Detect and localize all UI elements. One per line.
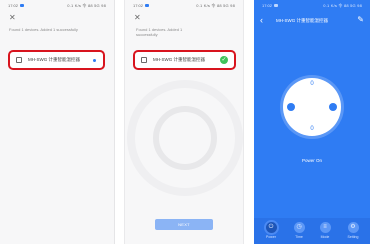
status-bar: 17:02 0.1 K/s 令 88 5G 98 — [0, 0, 114, 12]
pad-right-button[interactable] — [329, 103, 337, 111]
tab-setting[interactable]: ⚙ Setting — [342, 222, 364, 239]
pad-top-digit: 0 — [310, 81, 314, 87]
device-card[interactable]: MH-SWG 计重智能温控器 — [8, 50, 105, 70]
check-icon: ✓ — [220, 56, 228, 64]
status-bar: 17:02 0.1 K/s 令 88 5G 98 — [125, 0, 243, 12]
device-name: MH-SWG 计重智能温控器 — [153, 57, 205, 62]
device-card[interactable]: MH-SWG 计重智能温控器 ✓ — [133, 50, 236, 70]
power-status: Power On — [301, 158, 322, 163]
blue-dot-icon — [93, 59, 96, 62]
phone-screen-device-added: 17:02 0.1 K/s 令 88 5G 98 ✕ Found 1 devic… — [124, 0, 244, 244]
control-pad: 0 0 — [283, 78, 341, 136]
back-icon[interactable]: ‹ — [260, 16, 263, 25]
device-icon — [16, 57, 22, 63]
clock-icon: ◷ — [293, 222, 305, 233]
settings-icon: ⚙ — [347, 222, 359, 233]
notification-icon — [145, 4, 150, 8]
pad-bottom-digit: 0 — [310, 126, 314, 132]
pad-left-button[interactable] — [287, 103, 295, 111]
status-time: 17:02 — [133, 3, 150, 8]
status-time: 17:02 — [8, 3, 25, 8]
status-icons: 0.1 K/s 令 88 5G 98 — [196, 3, 235, 8]
found-devices-text: Found 1 devices. Added 1 successfully — [136, 27, 183, 37]
power-icon: ⏻ — [265, 222, 277, 233]
device-icon — [141, 57, 147, 63]
tab-label: Setting — [347, 235, 359, 239]
notification-icon — [20, 4, 25, 8]
notification-icon — [274, 4, 279, 8]
close-icon[interactable]: ✕ — [134, 14, 141, 22]
device-name: MH-SWG 计重智能温控器 — [28, 57, 80, 62]
status-icons: 0.1 K/s 令 88 5G 98 — [323, 3, 362, 8]
device-title: MH-SWG 计重智能温控器 — [276, 18, 328, 23]
tab-power[interactable]: ⏻ Power — [260, 222, 282, 239]
status-icons: 0.1 K/s 令 88 5G 98 — [67, 3, 106, 8]
tab-label: Mode — [320, 235, 330, 239]
found-devices-text: Found 1 devices. Added 1 successfully — [9, 27, 78, 32]
background-ring-inner — [153, 106, 217, 170]
status-bar: 17:02 0.1 K/s 令 88 5G 98 — [254, 0, 370, 12]
tab-label: Time — [295, 235, 303, 239]
next-button[interactable]: NEXT — [155, 219, 213, 230]
close-icon[interactable]: ✕ — [9, 14, 16, 22]
phone-screen-control: 17:02 0.1 K/s 令 88 5G 98 ‹ MH-SWG 计重智能温控… — [254, 0, 370, 244]
tab-mode[interactable]: ≡ Mode — [314, 222, 336, 239]
tab-time[interactable]: ◷ Time — [288, 222, 310, 239]
edit-icon[interactable]: ✎ — [357, 16, 364, 24]
status-time: 17:02 — [262, 3, 279, 8]
tab-label: Power — [266, 235, 276, 239]
bottom-tab-bar: ⏻ Power ◷ Time ≡ Mode ⚙ Setting — [254, 218, 370, 244]
mode-icon: ≡ — [319, 222, 331, 233]
phone-screen-device-found: 17:02 0.1 K/s 令 88 5G 98 ✕ Found 1 devic… — [0, 0, 115, 244]
